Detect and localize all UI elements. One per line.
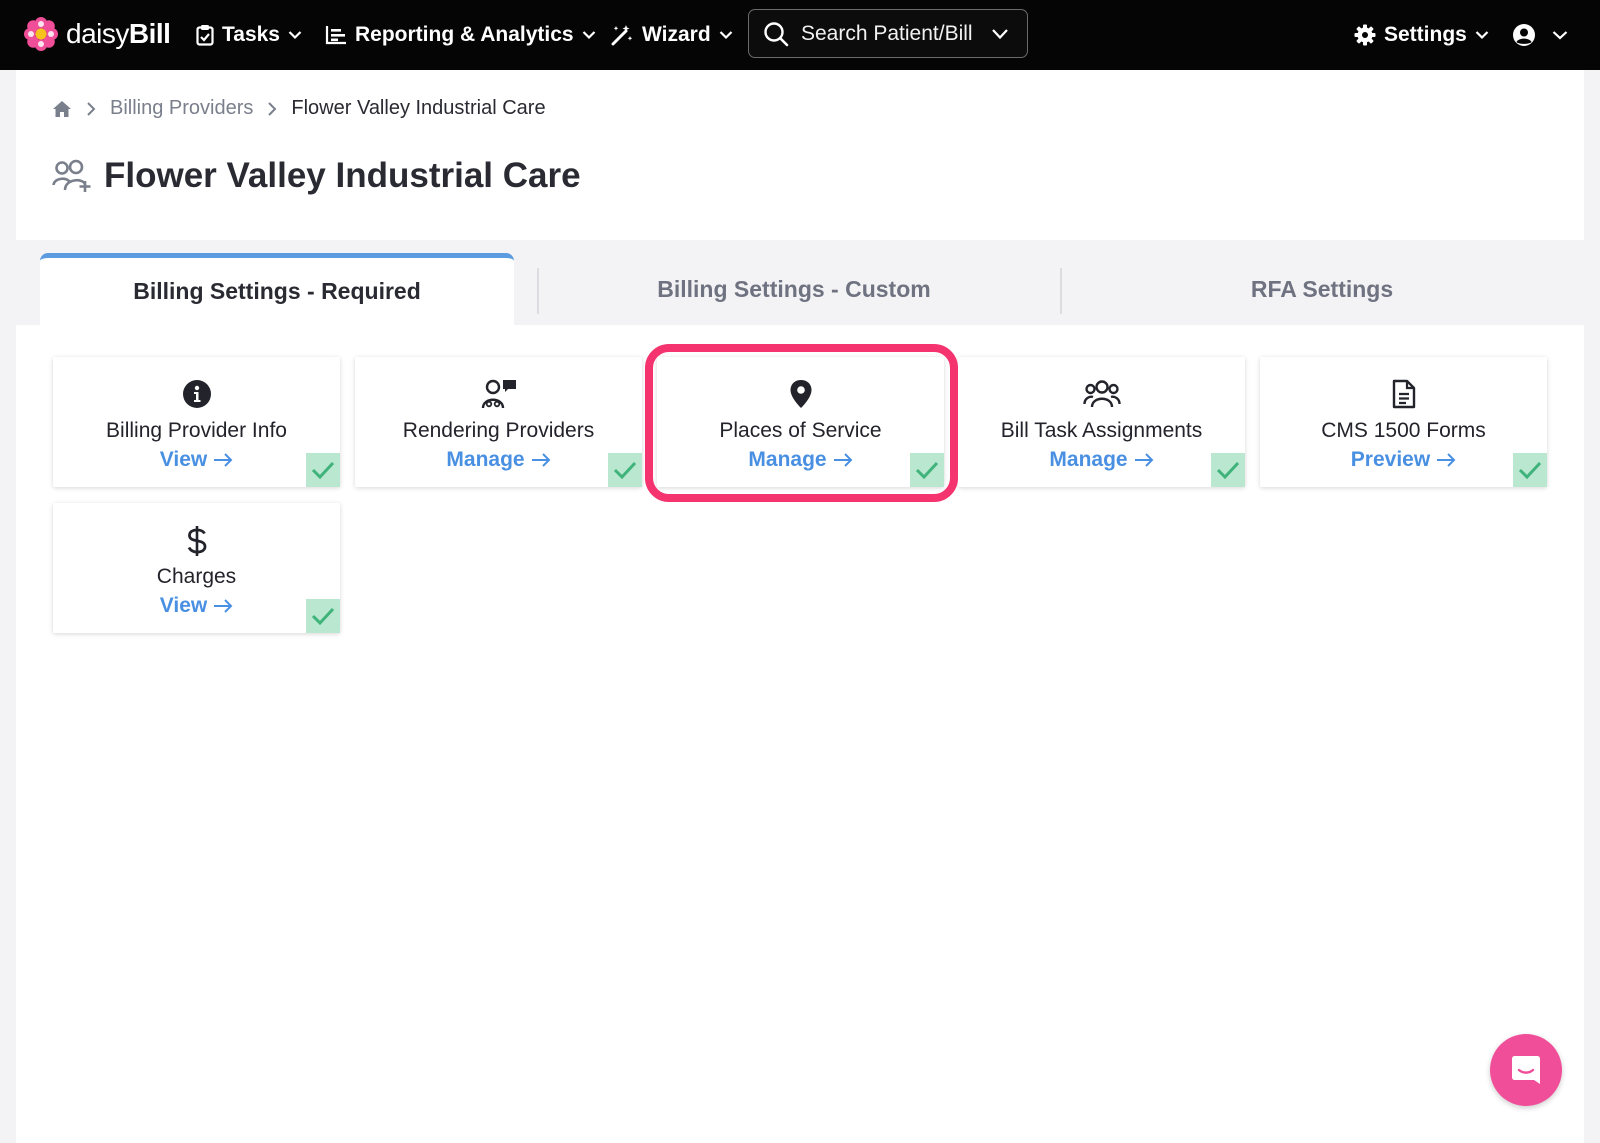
bar-chart-icon [325,26,346,45]
card-title: Charges [156,565,237,588]
view-link[interactable]: View [53,448,340,472]
nav-wizard-label: Wizard [642,23,711,46]
clipboard-check-icon [196,25,214,46]
brand-daisy: daisy [66,18,129,49]
tab-billing-settings-required[interactable]: Billing Settings - Required [40,253,514,325]
nav-user-menu[interactable] [1512,20,1568,50]
brand-name: daisyBill [66,18,171,50]
arrow-right-icon [1437,453,1456,467]
nav-settings[interactable]: Settings [1354,20,1489,50]
tab-rfa-settings[interactable]: RFA Settings [1062,253,1582,325]
patient-bill-search[interactable] [748,9,1028,58]
chevron-down-icon [1552,31,1568,40]
link-label: Preview [1350,448,1431,471]
search-icon [764,21,789,46]
card-title: Rendering Providers [402,419,595,442]
card-title: Billing Provider Info [106,419,287,442]
complete-badge [306,453,340,487]
link-label: Manage [1049,448,1128,471]
nav-tasks[interactable]: Tasks [196,20,302,50]
tab-label: RFA Settings [1250,275,1394,302]
chat-launcher[interactable] [1490,1034,1562,1106]
card-cms-1500-forms: CMS 1500 Forms Preview [1260,357,1547,487]
check-icon [915,461,939,480]
page-heading: Flower Valley Industrial Care [104,156,581,195]
complete-badge [306,599,340,633]
dollar-icon [187,526,206,556]
check-icon [311,607,335,626]
chevron-down-icon [1475,31,1489,40]
brand-bill: Bill [128,18,171,49]
manage-link[interactable]: Manage [657,448,944,472]
check-icon [1216,461,1240,480]
card-bill-task-assignments: Bill Task Assignments Manage [958,357,1245,487]
chat-icon [1512,1056,1540,1084]
card-rendering-providers: Rendering Providers Manage [355,357,642,487]
chevron-down-icon[interactable] [991,28,1009,40]
breadcrumb: Billing Providers Flower Valley Industri… [52,97,546,120]
card-charges: Charges View [53,503,340,633]
chevron-down-icon [582,31,595,40]
chevron-right-icon [87,101,96,116]
tab-billing-settings-custom[interactable]: Billing Settings - Custom [539,253,1049,325]
nav-reporting-label: Reporting & Analytics [355,23,574,46]
chevron-down-icon [288,31,302,40]
card-places-of-service: Places of Service Manage [657,357,944,487]
breadcrumb-billing-providers[interactable]: Billing Providers [110,97,253,120]
view-link[interactable]: View [53,594,340,618]
home-icon[interactable] [52,100,72,118]
user-circle-icon [1513,24,1535,46]
breadcrumb-current: Flower Valley Industrial Care [291,97,546,119]
magic-wand-icon [611,25,633,46]
top-navigation: daisyBill Tasks Reporting & Analytics Wi… [0,0,1600,70]
document-icon [1392,379,1415,409]
link-label: View [159,448,208,471]
daisybill-logo[interactable]: daisyBill [24,17,171,51]
check-icon [311,461,335,480]
preview-link[interactable]: Preview [1260,448,1547,472]
card-title: Places of Service [719,419,882,442]
provider-chat-icon [481,379,516,409]
card-billing-provider-info: Billing Provider Info View [53,357,340,487]
check-icon [1518,461,1542,480]
arrow-right-icon [531,453,551,467]
arrow-right-icon [214,599,233,613]
arrow-right-icon [833,453,853,467]
gear-icon [1354,24,1376,46]
settings-tabs: Billing Settings - Required Billing Sett… [16,240,1584,325]
card-title: Bill Task Assignments [1000,419,1203,442]
nav-settings-label: Settings [1384,23,1467,46]
manage-link[interactable]: Manage [355,448,642,472]
info-circle-icon [182,380,211,408]
link-label: View [159,594,208,617]
users-plus-icon [52,159,91,192]
check-icon [613,461,637,480]
link-label: Manage [748,448,827,471]
map-pin-icon [790,380,811,408]
nav-tasks-label: Tasks [222,23,280,46]
card-title: CMS 1500 Forms [1321,419,1486,442]
nav-reporting-analytics[interactable]: Reporting & Analytics [325,20,596,50]
manage-link[interactable]: Manage [958,448,1245,472]
users-icon [1082,380,1121,408]
tab-label: Billing Settings - Required [133,278,421,304]
tab-label: Billing Settings - Custom [657,275,931,302]
chevron-down-icon [719,31,732,40]
complete-badge [1211,453,1245,487]
chevron-right-icon [268,101,277,116]
arrow-right-icon [214,453,233,467]
complete-badge [910,453,944,487]
page-title: Flower Valley Industrial Care [52,156,581,196]
search-input[interactable] [801,21,979,46]
complete-badge [1513,453,1547,487]
arrow-right-icon [1134,453,1154,467]
nav-wizard[interactable]: Wizard [610,20,733,50]
link-label: Manage [446,448,525,471]
daisy-flower-icon [24,17,58,51]
complete-badge [608,453,642,487]
